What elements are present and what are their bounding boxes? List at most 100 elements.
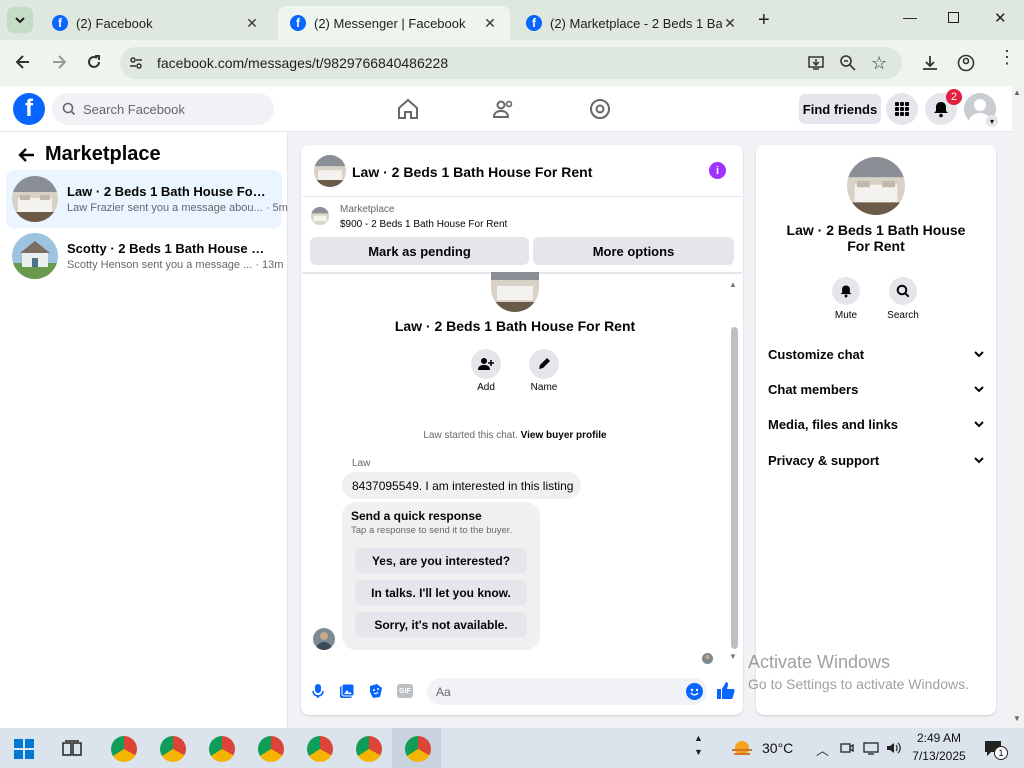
incoming-message-bubble[interactable]: 8437095549. I am interested in this list… (342, 472, 581, 499)
mark-as-pending-button[interactable]: Mark as pending (310, 237, 529, 265)
gif-icon[interactable]: GIF (397, 684, 413, 698)
message-scrollbar-thumb[interactable] (731, 327, 738, 649)
nav-home[interactable] (396, 98, 420, 120)
tab-marketplace[interactable]: f (2) Marketplace - 2 Beds 1 Bath ✕ (514, 6, 750, 40)
url-text[interactable]: facebook.com/messages/t/9829766840486228 (157, 55, 448, 71)
back-to-marketplace-button[interactable] (16, 146, 36, 164)
close-icon[interactable]: ✕ (482, 15, 498, 32)
close-window-button[interactable]: ✕ (994, 9, 1007, 27)
listing-thumbnail (12, 176, 58, 222)
maximize-button[interactable] (948, 12, 959, 23)
back-button[interactable] (14, 53, 32, 71)
activate-windows-subtitle: Go to Settings to activate Windows. (748, 676, 969, 692)
search-in-chat-button[interactable] (889, 277, 917, 305)
scroll-up-arrow-icon[interactable]: ▲ (1013, 88, 1021, 97)
info-icon[interactable]: i (709, 162, 726, 179)
taskbar-scroll-arrows-icon[interactable]: ▲ ▼ (694, 731, 703, 759)
tab-messenger[interactable]: f (2) Messenger | Facebook ✕ (278, 6, 510, 40)
conversation-item-law[interactable]: Law · 2 Beds 1 Bath House For Rent Law F… (6, 170, 288, 228)
listing-summary[interactable]: $900 - 2 Beds 1 Bath House For Rent (340, 219, 507, 230)
task-view-button[interactable] (62, 739, 82, 759)
view-buyer-profile-link[interactable]: View buyer profile (521, 430, 607, 441)
zoom-icon[interactable] (839, 54, 857, 72)
scroll-down-arrow-icon[interactable]: ▼ (729, 652, 737, 661)
media-files-links-item[interactable]: Media, files and links (768, 412, 984, 436)
weather-icon[interactable] (730, 738, 754, 758)
add-people-button[interactable] (471, 349, 501, 379)
clock-time[interactable]: 2:49 AM (910, 731, 968, 745)
listing-source: Marketplace (340, 204, 395, 215)
grid-menu-icon (895, 102, 909, 116)
meet-now-icon[interactable] (840, 741, 854, 755)
attach-photo-button[interactable] (339, 683, 355, 699)
start-button[interactable] (14, 739, 34, 759)
sticker-button[interactable] (368, 683, 384, 699)
find-friends-button[interactable]: Find friends (799, 94, 881, 124)
conversation-item-scotty[interactable]: Scotty · 2 Beds 1 Bath House For R... Sc… (6, 227, 283, 285)
chrome-taskbar-icon[interactable] (307, 736, 333, 762)
chat-members-item[interactable]: Chat members (768, 377, 984, 401)
chrome-taskbar-icon[interactable] (405, 736, 431, 762)
emoji-icon[interactable] (686, 683, 703, 700)
browser-menu-icon[interactable]: ⋮ (998, 48, 1016, 66)
bookmark-star-icon[interactable]: ☆ (871, 53, 887, 74)
chat-header-avatar[interactable] (314, 155, 346, 187)
search-facebook-input[interactable]: Search Facebook (52, 93, 274, 125)
tab-search-button[interactable] (7, 7, 33, 33)
tab-facebook[interactable]: f (2) Facebook ✕ (40, 6, 272, 40)
new-tab-button[interactable]: + (758, 9, 770, 32)
chat-title[interactable]: Law · 2 Beds 1 Bath House For Rent (352, 164, 592, 180)
message-composer-input[interactable]: Aa (427, 678, 707, 705)
quick-response-card: Send a quick response Tap a response to … (342, 502, 540, 650)
scroll-up-arrow-icon[interactable]: ▲ (729, 280, 737, 289)
conversation-time: · 5m (265, 202, 288, 214)
forward-button[interactable] (50, 53, 68, 71)
chrome-taskbar-icon[interactable] (209, 736, 235, 762)
voice-clip-button[interactable] (311, 683, 325, 699)
search-placeholder: Search Facebook (83, 101, 185, 117)
scroll-down-arrow-icon[interactable]: ▼ (1013, 714, 1021, 723)
chrome-taskbar-icon[interactable] (160, 736, 186, 762)
quick-response-option[interactable]: In talks. I'll let you know. (355, 580, 527, 605)
chevron-down-icon (15, 17, 25, 24)
menu-item-label: Chat members (768, 381, 859, 397)
nav-friends[interactable] (492, 98, 516, 120)
quick-response-option[interactable]: Sorry, it's not available. (355, 612, 527, 637)
downloads-icon[interactable] (921, 54, 939, 72)
chrome-taskbar-icon[interactable] (258, 736, 284, 762)
temperature-text[interactable]: 30°C (762, 740, 793, 756)
notification-badge: 2 (946, 89, 962, 105)
more-options-button[interactable]: More options (533, 237, 734, 265)
menu-grid-button[interactable] (886, 93, 918, 125)
site-info-icon[interactable] (128, 55, 144, 71)
volume-icon[interactable] (886, 741, 902, 755)
conversation-title: Law · 2 Beds 1 Bath House For Rent (67, 184, 267, 199)
clock-date[interactable]: 7/13/2025 (910, 749, 968, 763)
system-tray-chevron-icon[interactable]: ︿ (816, 740, 829, 759)
chrome-taskbar-icon[interactable] (111, 736, 137, 762)
privacy-support-item[interactable]: Privacy & support (768, 448, 984, 472)
quick-response-option[interactable]: Yes, are you interested? (355, 548, 527, 573)
details-avatar (847, 157, 905, 215)
minimize-button[interactable]: — (903, 9, 917, 25)
mute-button[interactable] (832, 277, 860, 305)
reload-button[interactable] (85, 53, 103, 71)
chevron-down-icon (974, 456, 984, 464)
customize-chat-item[interactable]: Customize chat (768, 342, 984, 366)
account-chevron-icon[interactable]: ▾ (986, 115, 998, 127)
page-scrollbar[interactable] (1012, 86, 1024, 728)
profile-icon[interactable] (957, 54, 975, 72)
details-title: Law · 2 Beds 1 Bath House For Rent (786, 222, 966, 254)
close-icon[interactable]: ✕ (244, 15, 260, 32)
send-like-button[interactable] (716, 681, 735, 700)
edit-name-button[interactable] (529, 349, 559, 379)
nav-gaming[interactable] (588, 98, 612, 120)
close-icon[interactable]: ✕ (722, 15, 738, 32)
tab-title: (2) Messenger | Facebook (314, 15, 466, 31)
network-icon[interactable] (863, 741, 879, 755)
chrome-taskbar-icon[interactable] (356, 736, 382, 762)
facebook-logo-icon[interactable]: f (13, 93, 45, 125)
sender-avatar[interactable] (313, 628, 335, 650)
install-app-icon[interactable] (807, 54, 825, 72)
chevron-down-icon (974, 350, 984, 358)
